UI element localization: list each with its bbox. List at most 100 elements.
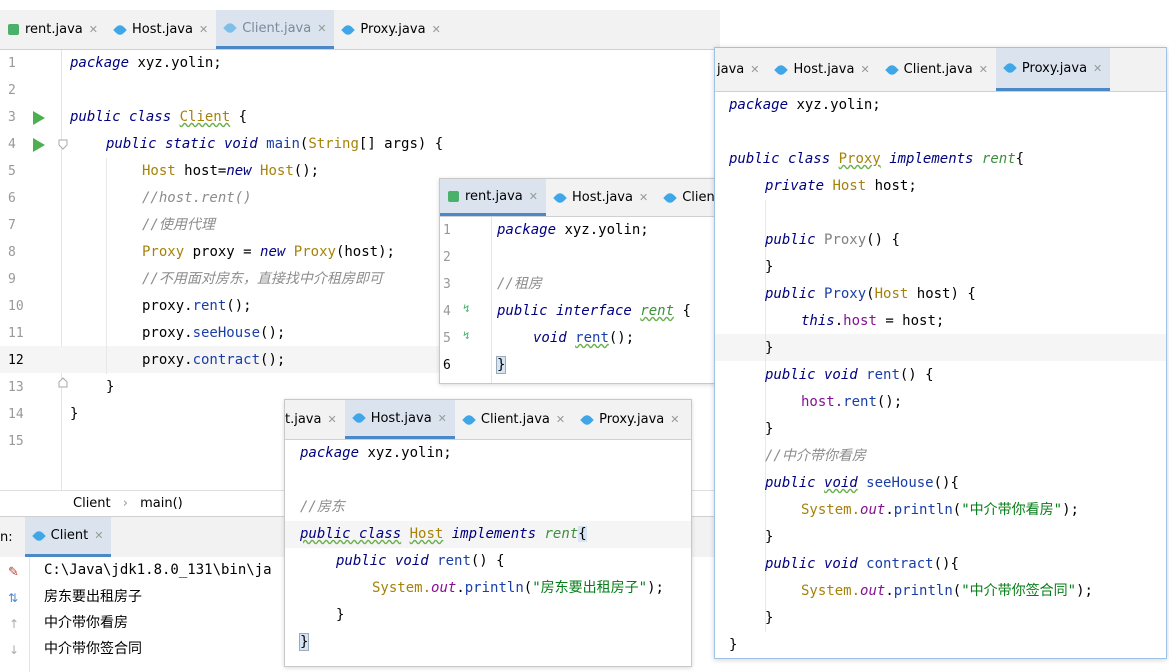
run-gutter-icon[interactable] [33, 111, 45, 125]
arrow-up-icon[interactable]: ↑ [9, 617, 19, 631]
proxy-editor-window: java ✕ Host.java ✕ Client.java ✕ Proxy.java… [714, 47, 1167, 659]
rent-code-editor[interactable]: 1 2 3 4 5 6 ↯ ↯ package xyz.yolin; //租房 … [440, 217, 718, 383]
tab-client-java[interactable]: Client.java ✕ [455, 400, 573, 439]
class-icon [341, 22, 356, 37]
chevron-right-icon: › [122, 496, 128, 511]
close-icon[interactable]: ✕ [860, 63, 869, 76]
close-icon[interactable]: ✕ [438, 412, 447, 425]
class-icon [113, 22, 127, 37]
tab-client-java[interactable]: java ✕ [715, 48, 767, 91]
code-line-8: } [298, 633, 310, 651]
tab-host-java[interactable]: Host.java ✕ [546, 179, 656, 216]
breadcrumb-item[interactable]: Client [73, 496, 111, 511]
interface-icon [448, 190, 459, 202]
sort-icon[interactable]: ⇅ [8, 591, 18, 605]
code-line-11: public void rent() { [765, 367, 934, 383]
code-line-3: //房东 [300, 499, 345, 515]
close-icon[interactable]: ✕ [750, 63, 759, 76]
code-line-4: public static void main(String[] args) { [106, 136, 444, 152]
tab-host-java[interactable]: Host.java ✕ [767, 48, 877, 91]
tab-rent-java[interactable]: rent.java ✕ [0, 10, 106, 49]
rerun-icon[interactable]: ✎ [8, 565, 22, 580]
proxy-code-editor[interactable]: package xyz.yolin; public class Proxy im… [715, 92, 1166, 658]
host-code-editor[interactable]: package xyz.yolin; //房东 public class Hos… [285, 440, 691, 666]
breadcrumb-item[interactable]: main() [140, 496, 183, 511]
tab-proxy-java[interactable]: Proxy.java ✕ [995, 48, 1111, 91]
main-tab-bar: rent.java ✕ Host.java ✕ Client.java ✕ Proxy… [0, 10, 720, 50]
code-line-4: public interface rent { [497, 303, 691, 319]
close-icon[interactable]: ✕ [529, 190, 538, 203]
tab-host-java[interactable]: Host.java ✕ [106, 10, 216, 49]
close-icon[interactable]: ✕ [199, 23, 208, 36]
rent-editor-window: rent.java✕ Host.java✕ Client.ja 1 2 3 4 … [439, 178, 719, 384]
code-line-18: public void contract(){ [765, 556, 959, 572]
code-line-8: public Proxy(Host host) { [765, 286, 976, 302]
code-line-10: } [765, 340, 774, 356]
code-line-16: System.out.println("中介带你看房"); [801, 502, 1079, 518]
code-line-9: this.host = host; [801, 313, 945, 329]
code-line-1: package xyz.yolin; [70, 55, 222, 71]
code-line-6: } [495, 356, 507, 374]
close-icon[interactable]: ✕ [432, 23, 441, 36]
arrow-down-icon[interactable]: ↓ [9, 643, 19, 657]
class-icon [884, 62, 899, 77]
code-line-19: System.out.println("中介带你签合同"); [801, 583, 1093, 599]
tab-rent-java[interactable]: t.java ✕ [285, 400, 345, 439]
indent-guide [106, 158, 107, 374]
code-line-4: private Host host; [765, 178, 917, 194]
host-tab-bar: t.java ✕ Host.java ✕ Client.java ✕ Proxy.ja… [285, 400, 691, 440]
code-line-15: public void seeHouse(){ [765, 475, 959, 491]
line-numbers: 1 2 3 4 5 6 7 8 9 10 11 12 13 14 15 [8, 56, 24, 449]
tab-client-java[interactable]: Client.java ✕ [878, 48, 996, 91]
class-icon [663, 190, 677, 205]
line-numbers: 1 2 3 4 5 6 [443, 223, 451, 373]
code-line-5: public void rent() { [336, 553, 505, 569]
run-tab-client[interactable]: Client ✕ [24, 517, 112, 557]
class-icon [580, 412, 594, 427]
implemented-gutter-icon[interactable]: ↯ [463, 302, 470, 315]
code-line-3: //租房 [497, 276, 542, 292]
tab-client-java[interactable]: Client.ja [656, 179, 718, 216]
class-icon [1003, 61, 1017, 75]
close-icon[interactable]: ✕ [979, 63, 988, 76]
run-toolbar: ✎ ⇅ ↑ ↓ [0, 557, 30, 672]
close-icon[interactable]: ✕ [89, 23, 98, 36]
code-line-7: } [336, 607, 345, 623]
close-icon[interactable]: ✕ [1093, 62, 1102, 75]
code-line-4: public class Host implements rent{ [300, 526, 587, 542]
fold-marker-icon[interactable] [58, 377, 68, 388]
close-icon[interactable]: ✕ [670, 413, 679, 426]
code-line-20: } [765, 610, 774, 626]
close-icon[interactable]: ✕ [317, 22, 326, 35]
interface-icon [8, 24, 19, 35]
code-line-12: host.rent(); [801, 394, 903, 410]
tab-host-java[interactable]: Host.java ✕ [344, 400, 455, 439]
tab-rent-java[interactable]: rent.java ✕ [440, 179, 546, 216]
close-icon[interactable]: ✕ [327, 413, 336, 426]
class-icon [774, 62, 789, 77]
code-line-1: package xyz.yolin; [497, 222, 649, 238]
class-icon [553, 190, 567, 205]
close-icon[interactable]: ✕ [639, 191, 648, 204]
code-line-21: } [729, 637, 738, 653]
close-icon[interactable]: ✕ [556, 413, 565, 426]
code-line-5: void rent(); [533, 330, 635, 346]
class-icon [223, 21, 237, 35]
fold-marker-icon[interactable] [58, 139, 68, 150]
tab-client-java[interactable]: Client.java ✕ [216, 10, 335, 49]
code-line-1: package xyz.yolin; [729, 97, 881, 113]
implemented-gutter-icon[interactable]: ↯ [463, 329, 470, 342]
code-line-1: package xyz.yolin; [300, 445, 452, 461]
class-icon [351, 411, 366, 425]
run-gutter-icon[interactable] [33, 138, 45, 152]
close-icon[interactable]: ✕ [94, 529, 103, 542]
tab-proxy-java[interactable]: Proxy.java ✕ [334, 10, 448, 49]
code-line-7: } [765, 259, 774, 275]
code-line-14: //中介带你看房 [765, 448, 866, 464]
tab-proxy-java[interactable]: Proxy.java ✕ [573, 400, 687, 439]
class-icon [31, 528, 46, 543]
proxy-tab-bar: java ✕ Host.java ✕ Client.java ✕ Proxy.java… [715, 48, 1166, 92]
code-line-3: public class Proxy implements rent{ [729, 151, 1025, 167]
class-icon [462, 412, 476, 427]
code-line-13: } [765, 421, 774, 437]
